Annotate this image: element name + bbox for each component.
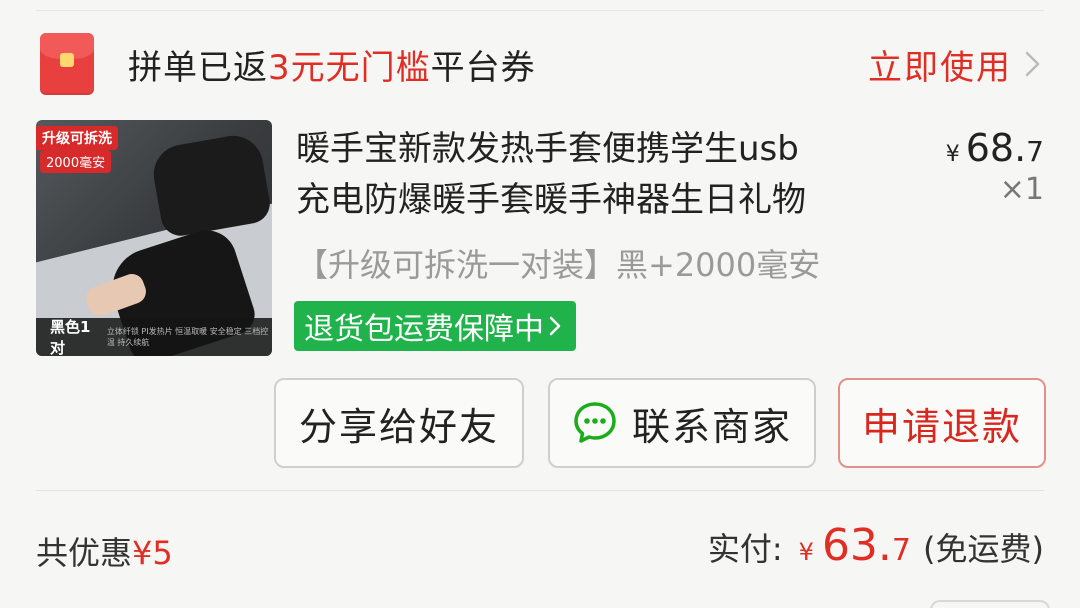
coupon-highlight: 3元无门槛	[268, 47, 431, 88]
paid-label: 实付:	[707, 530, 783, 568]
price-decimal: 7	[1026, 135, 1044, 168]
return-shipping-guarantee-badge[interactable]: 退货包运费保障中	[294, 301, 576, 351]
total-discount: 共优惠¥5	[36, 528, 173, 574]
coupon-banner[interactable]: 拼单已返3元无门槛平台券 立即使用	[36, 26, 1044, 102]
discount-amount: ¥5	[132, 534, 173, 572]
chevron-right-icon	[1025, 51, 1040, 77]
use-now-link[interactable]: 立即使用	[868, 40, 1044, 89]
thumbnail-tag-capacity: 2000毫安	[40, 150, 112, 173]
refund-button-label: 申请退款	[861, 404, 1022, 449]
product-spec: 【升级可拆洗一对装】黑+2000毫安	[296, 246, 821, 284]
paid-currency: ¥	[798, 538, 814, 566]
discount-label: 共优惠	[36, 534, 133, 572]
price-integer: 68.	[965, 126, 1027, 170]
red-envelope-icon	[40, 33, 94, 95]
guarantee-label: 退货包运费保障中	[304, 312, 544, 347]
thumbnail-footer-main: 黑色1对	[50, 318, 91, 356]
product-price: ¥ 68. 7	[946, 126, 1044, 170]
chat-bubble-icon	[574, 402, 616, 443]
chevron-right-icon	[549, 316, 561, 336]
price-currency: ¥	[945, 142, 960, 167]
shipping-note: (免运费)	[923, 530, 1044, 568]
contact-seller-button[interactable]: 联系商家	[548, 378, 816, 468]
product-thumbnail[interactable]: 升级可拆洗 2000毫安 黑色1对 立体纤锁 PI发热片 恒温取暖 安全稳定 三…	[36, 120, 272, 356]
coupon-suffix: 平台券	[430, 47, 536, 88]
product-title-line: 充电防爆暖手套暖手神器生日礼物	[296, 180, 806, 220]
top-divider	[36, 10, 1044, 11]
partial-button-outline[interactable]	[930, 600, 1050, 608]
apply-refund-button[interactable]: 申请退款	[838, 378, 1046, 468]
thumbnail-tag-upgrade: 升级可拆洗	[36, 126, 118, 150]
use-now-label: 立即使用	[868, 47, 1012, 88]
coupon-text: 拼单已返3元无门槛平台券	[128, 40, 536, 89]
contact-button-label: 联系商家	[631, 404, 792, 449]
product-quantity: ×1	[999, 172, 1044, 207]
coupon-prefix: 拼单已返	[128, 47, 268, 88]
paid-decimal: 7	[891, 533, 912, 568]
thumbnail-glove-shape	[149, 131, 272, 239]
share-to-friend-button[interactable]: 分享给好友	[274, 378, 524, 468]
thumbnail-footer: 黑色1对 立体纤锁 PI发热片 恒温取暖 安全稳定 三档控温 持久续航	[36, 318, 272, 356]
paid-integer: 63.	[821, 520, 892, 571]
summary-divider	[36, 490, 1044, 491]
thumbnail-footer-sub: 立体纤锁 PI发热片 恒温取暖 安全稳定 三档控温 持久续航	[106, 327, 269, 347]
share-button-label: 分享给好友	[298, 404, 499, 449]
amount-paid: 实付: ¥ 63. 7 (免运费)	[708, 520, 1044, 571]
product-title[interactable]: 暖手宝新款发热手套便携学生usb 充电防爆暖手套暖手神器生日礼物	[296, 124, 906, 226]
product-title-line: 暖手宝新款发热手套便携学生usb	[296, 129, 799, 169]
